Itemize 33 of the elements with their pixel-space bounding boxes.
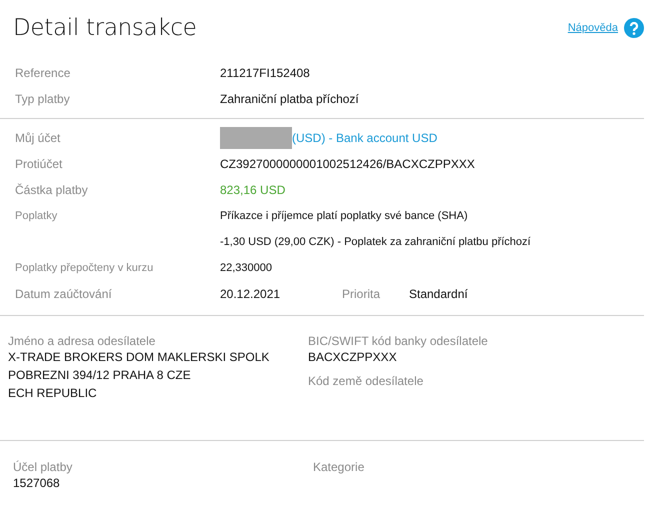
- field-label: Můj účet: [15, 131, 62, 145]
- page-title: Detail transakce: [13, 15, 197, 41]
- field-label: Poplatky přepočteny v kurzu: [15, 262, 154, 274]
- account-name: (USD) - Bank account USD: [292, 131, 438, 145]
- field-value: 1527068: [13, 475, 61, 492]
- field-label: Typ platby: [15, 92, 71, 106]
- field-value: 20.12.2021: [220, 287, 282, 301]
- field-label: Jméno a adresa odesílatele: [8, 334, 156, 348]
- field-label: Kód země odesílatele: [308, 374, 424, 388]
- sender-address-line: X-TRADE BROKERS DOM MAKLERSKI SPOLK: [8, 349, 270, 366]
- field-value: BACXCZPPXXX: [308, 349, 398, 366]
- redaction-bar: [220, 127, 292, 149]
- amount-value: 823,16 USD: [220, 183, 286, 197]
- field-value: 211217FI152408: [220, 66, 310, 80]
- field-label: Kategorie: [313, 460, 366, 474]
- help-link[interactable]: Nápověda: [568, 22, 618, 34]
- help-icon[interactable]: [624, 18, 644, 38]
- field-label: Datum zaúčtování: [15, 287, 113, 301]
- sender-address-line: ECH REPUBLIC: [8, 385, 98, 402]
- field-value: CZ3927000000001002512426/BACXCZPPXXX: [220, 157, 475, 171]
- field-value: 22,330000: [220, 262, 272, 274]
- field-label: Protiúčet: [15, 157, 64, 171]
- sender-address-line: POBREZNI 394/12 PRAHA 8 CZE: [8, 367, 192, 384]
- field-label: Priorita: [342, 287, 382, 301]
- field-label: Částka platby: [15, 183, 89, 197]
- field-value: Příkazce i příjemce platí poplatky své bance (SHA): [220, 210, 468, 222]
- field-label: BIC/SWIFT kód banky odesílatele: [308, 334, 489, 348]
- field-label: Reference: [15, 66, 72, 80]
- field-label: Poplatky: [15, 210, 58, 222]
- field-value: -1,30 USD (29,00 CZK) - Poplatek za zahraniční platbu příchozí: [220, 236, 531, 248]
- field-value: Zahraniční platba příchozí: [220, 92, 359, 106]
- field-value: Standardní: [409, 287, 468, 301]
- field-label: Účel platby: [13, 460, 74, 474]
